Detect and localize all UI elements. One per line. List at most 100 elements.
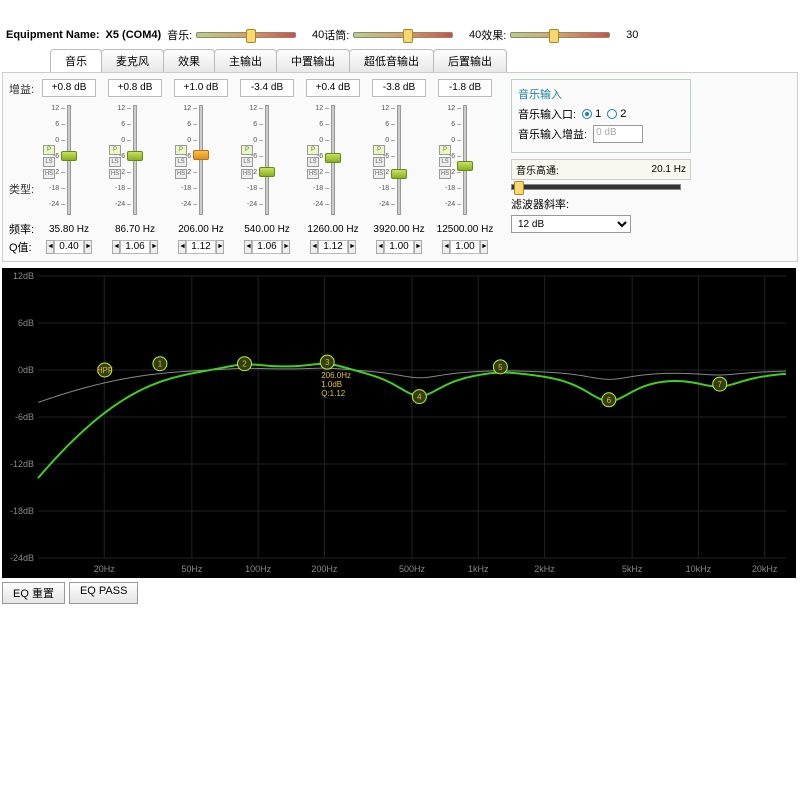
band-type-P-1[interactable]: P xyxy=(109,145,121,155)
tab-1[interactable]: 麦克风 xyxy=(101,49,164,72)
gain-value-6[interactable]: -1.8 dB xyxy=(438,79,492,97)
q-spinner-5[interactable]: ◄ 1.00 ► xyxy=(369,240,429,254)
freq-value-6[interactable]: 12500.00 Hz xyxy=(435,224,495,235)
band-type-HS-0[interactable]: HS xyxy=(43,169,55,179)
band-type-HS-4[interactable]: HS xyxy=(307,169,319,179)
header-slider-1[interactable]: 话筒: 40 xyxy=(324,27,481,43)
label-gain: 增益: xyxy=(9,81,39,101)
tab-0[interactable]: 音乐 xyxy=(50,49,102,72)
band-type-LS-5[interactable]: LS xyxy=(373,157,385,167)
band-type-LS-6[interactable]: LS xyxy=(439,157,451,167)
q-up-4[interactable]: ► xyxy=(348,240,356,254)
gain-value-2[interactable]: +1.0 dB xyxy=(174,79,228,97)
gain-slider-1[interactable]: 12 –6 –0 –-6 –-12 –-18 –-24 – PLSHS xyxy=(115,105,155,215)
q-up-6[interactable]: ► xyxy=(480,240,488,254)
gain-value-1[interactable]: +0.8 dB xyxy=(108,79,162,97)
tab-6[interactable]: 后置输出 xyxy=(433,49,507,72)
svg-text:3: 3 xyxy=(325,358,330,367)
band-type-P-6[interactable]: P xyxy=(439,145,451,155)
band-type-LS-3[interactable]: LS xyxy=(241,157,253,167)
svg-text:6dB: 6dB xyxy=(18,318,34,328)
q-spinner-2[interactable]: ◄ 1.12 ► xyxy=(171,240,231,254)
gain-slider-0[interactable]: 12 –6 –0 –-6 –-12 –-18 –-24 – PLSHS xyxy=(49,105,89,215)
band-type-HS-3[interactable]: HS xyxy=(241,169,253,179)
equipment-value: X5 (COM4) xyxy=(106,29,162,41)
svg-text:2kHz: 2kHz xyxy=(534,564,555,574)
gain-slider-5[interactable]: 12 –6 –0 –-6 –-12 –-18 –-24 – PLSHS xyxy=(379,105,419,215)
gain-value-3[interactable]: -3.4 dB xyxy=(240,79,294,97)
band-type-P-4[interactable]: P xyxy=(307,145,319,155)
input-gain-select[interactable]: 0 dB xyxy=(593,125,643,143)
tab-4[interactable]: 中置输出 xyxy=(276,49,350,72)
band-type-LS-1[interactable]: LS xyxy=(109,157,121,167)
freq-value-2[interactable]: 206.00 Hz xyxy=(171,224,231,235)
gain-value-5[interactable]: -3.8 dB xyxy=(372,79,426,97)
svg-text:4: 4 xyxy=(417,393,422,402)
gain-slider-3[interactable]: 12 –6 –0 –-6 –-12 –-18 –-24 – PLSHS xyxy=(247,105,287,215)
q-spinner-4[interactable]: ◄ 1.12 ► xyxy=(303,240,363,254)
q-spinner-0[interactable]: ◄ 0.40 ► xyxy=(39,240,99,254)
q-up-3[interactable]: ► xyxy=(282,240,290,254)
tab-2[interactable]: 效果 xyxy=(163,49,215,72)
header-slider-2[interactable]: 效果: 30 xyxy=(481,27,638,43)
band-type-P-2[interactable]: P xyxy=(175,145,187,155)
q-down-1[interactable]: ◄ xyxy=(112,240,120,254)
svg-text:10kHz: 10kHz xyxy=(686,564,712,574)
gain-value-4[interactable]: +0.4 dB xyxy=(306,79,360,97)
input-gain-label: 音乐输入增益: xyxy=(518,126,587,142)
radio-port-2[interactable]: 2 xyxy=(607,108,626,120)
q-down-0[interactable]: ◄ xyxy=(46,240,54,254)
highpass-slider[interactable] xyxy=(511,184,681,190)
band-type-LS-0[interactable]: LS xyxy=(43,157,55,167)
band-type-LS-4[interactable]: LS xyxy=(307,157,319,167)
freq-value-4[interactable]: 1260.00 Hz xyxy=(303,224,363,235)
eq-pass-button[interactable]: EQ PASS xyxy=(69,582,138,604)
q-spinner-3[interactable]: ◄ 1.06 ► xyxy=(237,240,297,254)
q-down-2[interactable]: ◄ xyxy=(178,240,186,254)
q-spinner-1[interactable]: ◄ 1.06 ► xyxy=(105,240,165,254)
freq-value-0[interactable]: 35.80 Hz xyxy=(39,224,99,235)
svg-text:0dB: 0dB xyxy=(18,365,34,375)
port-label: 音乐输入口: xyxy=(518,106,576,122)
gain-value-0[interactable]: +0.8 dB xyxy=(42,79,96,97)
q-spinner-6[interactable]: ◄ 1.00 ► xyxy=(435,240,495,254)
tab-5[interactable]: 超低音输出 xyxy=(349,49,434,72)
band-type-HS-5[interactable]: HS xyxy=(373,169,385,179)
highpass-row: 音乐高通: 20.1 Hz xyxy=(511,159,691,180)
tab-3[interactable]: 主输出 xyxy=(214,49,277,72)
eq-chart[interactable]: 12dB6dB0dB-6dB-12dB-18dB-24dB20Hz50Hz100… xyxy=(2,268,796,578)
freq-value-1[interactable]: 86.70 Hz xyxy=(105,224,165,235)
header-bar: Equipment Name: X5 (COM4) 音乐: 40 话筒: 40 … xyxy=(0,25,800,45)
svg-text:HPF: HPF xyxy=(97,366,113,375)
q-up-1[interactable]: ► xyxy=(150,240,158,254)
tab-bar: 音乐麦克风效果主输出中置输出超低音输出后置输出 xyxy=(50,49,800,72)
gain-slider-4[interactable]: 12 –6 –0 –-6 –-12 –-18 –-24 – PLSHS xyxy=(313,105,353,215)
q-up-2[interactable]: ► xyxy=(216,240,224,254)
svg-text:1kHz: 1kHz xyxy=(468,564,489,574)
header-slider-0[interactable]: 音乐: 40 xyxy=(167,27,324,43)
q-up-0[interactable]: ► xyxy=(84,240,92,254)
q-down-6[interactable]: ◄ xyxy=(442,240,450,254)
band-type-HS-1[interactable]: HS xyxy=(109,169,121,179)
freq-value-3[interactable]: 540.00 Hz xyxy=(237,224,297,235)
svg-text:2: 2 xyxy=(242,360,247,369)
label-freq: 频率: xyxy=(9,221,39,237)
q-down-3[interactable]: ◄ xyxy=(244,240,252,254)
eq-reset-button[interactable]: EQ 重置 xyxy=(2,582,65,604)
freq-value-5[interactable]: 3920.00 Hz xyxy=(369,224,429,235)
radio-port-1[interactable]: 1 xyxy=(582,108,601,120)
band-type-HS-6[interactable]: HS xyxy=(439,169,451,179)
svg-text:50Hz: 50Hz xyxy=(181,564,203,574)
q-down-5[interactable]: ◄ xyxy=(376,240,384,254)
band-type-P-3[interactable]: P xyxy=(241,145,253,155)
gain-slider-2[interactable]: 12 –6 –0 –-6 –-12 –-18 –-24 – PLSHS xyxy=(181,105,221,215)
q-up-5[interactable]: ► xyxy=(414,240,422,254)
filter-slope-select[interactable]: 12 dB xyxy=(511,215,631,233)
band-type-P-0[interactable]: P xyxy=(43,145,55,155)
gain-slider-6[interactable]: 12 –6 –0 –-6 –-12 –-18 –-24 – PLSHS xyxy=(445,105,485,215)
eq-panel: 增益: +0.8 dB+0.8 dB+1.0 dB-3.4 dB+0.4 dB-… xyxy=(2,72,798,262)
band-type-LS-2[interactable]: LS xyxy=(175,157,187,167)
q-down-4[interactable]: ◄ xyxy=(310,240,318,254)
band-type-P-5[interactable]: P xyxy=(373,145,385,155)
band-type-HS-2[interactable]: HS xyxy=(175,169,187,179)
